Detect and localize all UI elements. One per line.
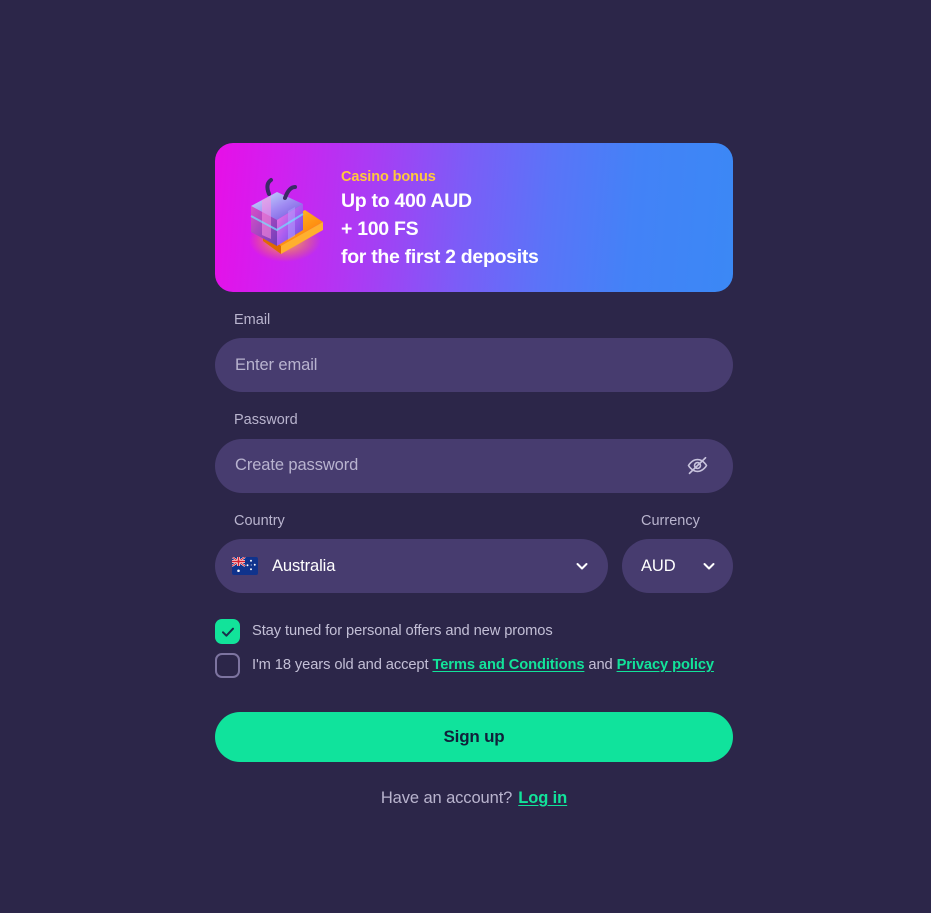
consent-checkbox-group: Stay tuned for personal offers and new p… [215, 619, 733, 679]
country-currency-row: Country Australia Currency AUD [215, 512, 733, 594]
email-field-block: Email [215, 312, 733, 393]
currency-field-block: Currency AUD [622, 512, 733, 594]
currency-value: AUD [641, 556, 676, 575]
email-label: Email [234, 312, 271, 328]
age-terms-checkbox[interactable] [215, 653, 240, 679]
bonus-line-3: for the first 2 deposits [341, 245, 539, 268]
bonus-line-1: Up to 400 AUD [341, 190, 472, 213]
promos-consent-label: Stay tuned for personal offers and new p… [252, 623, 553, 640]
email-input-shell[interactable] [215, 338, 733, 393]
login-prompt: Have an account? Log in [215, 789, 733, 808]
age-terms-consent-label: I'm 18 years old and accept Terms and Co… [252, 653, 714, 676]
signup-form-container: Casino bonus Up to 400 AUD + 100 FS for … [215, 143, 733, 808]
promos-checkbox[interactable] [215, 619, 240, 645]
age-terms-consent-row[interactable]: I'm 18 years old and accept Terms and Co… [215, 653, 733, 679]
australia-flag [232, 557, 258, 576]
currency-label: Currency [641, 512, 700, 529]
age-terms-text-between: and [584, 657, 617, 674]
sign-up-button[interactable]: Sign up [215, 712, 733, 763]
chevron-down-icon[interactable] [701, 558, 717, 574]
log-in-link[interactable]: Log in [518, 789, 567, 807]
email-input[interactable] [235, 338, 713, 393]
password-input[interactable] [235, 438, 683, 493]
age-terms-text-before: I'm 18 years old and accept [252, 657, 433, 674]
bonus-text-block: Casino bonus Up to 400 AUD + 100 FS for … [341, 164, 539, 272]
promos-consent-row[interactable]: Stay tuned for personal offers and new p… [215, 619, 733, 645]
currency-select[interactable]: AUD [622, 539, 733, 594]
country-field-block: Country Australia [215, 512, 608, 594]
privacy-policy-link[interactable]: Privacy policy [617, 657, 714, 673]
password-label: Password [234, 412, 298, 429]
bonus-line-2: + 100 FS [341, 217, 419, 240]
gift-box-icon [233, 170, 329, 266]
have-account-text: Have an account? [380, 789, 513, 808]
country-value: Australia [272, 556, 336, 575]
password-field-block: Password [215, 412, 733, 493]
casino-bonus-banner: Casino bonus Up to 400 AUD + 100 FS for … [215, 143, 733, 292]
chevron-down-icon[interactable] [574, 558, 590, 574]
password-input-shell[interactable] [215, 438, 733, 493]
signup-page: Casino bonus Up to 400 AUD + 100 FS for … [0, 0, 931, 913]
eye-off-icon[interactable] [683, 452, 711, 480]
bonus-kicker: Casino bonus [341, 168, 436, 185]
terms-and-conditions-link[interactable]: Terms and Conditions [432, 657, 584, 673]
country-select[interactable]: Australia [215, 539, 608, 594]
country-label: Country [234, 512, 285, 529]
